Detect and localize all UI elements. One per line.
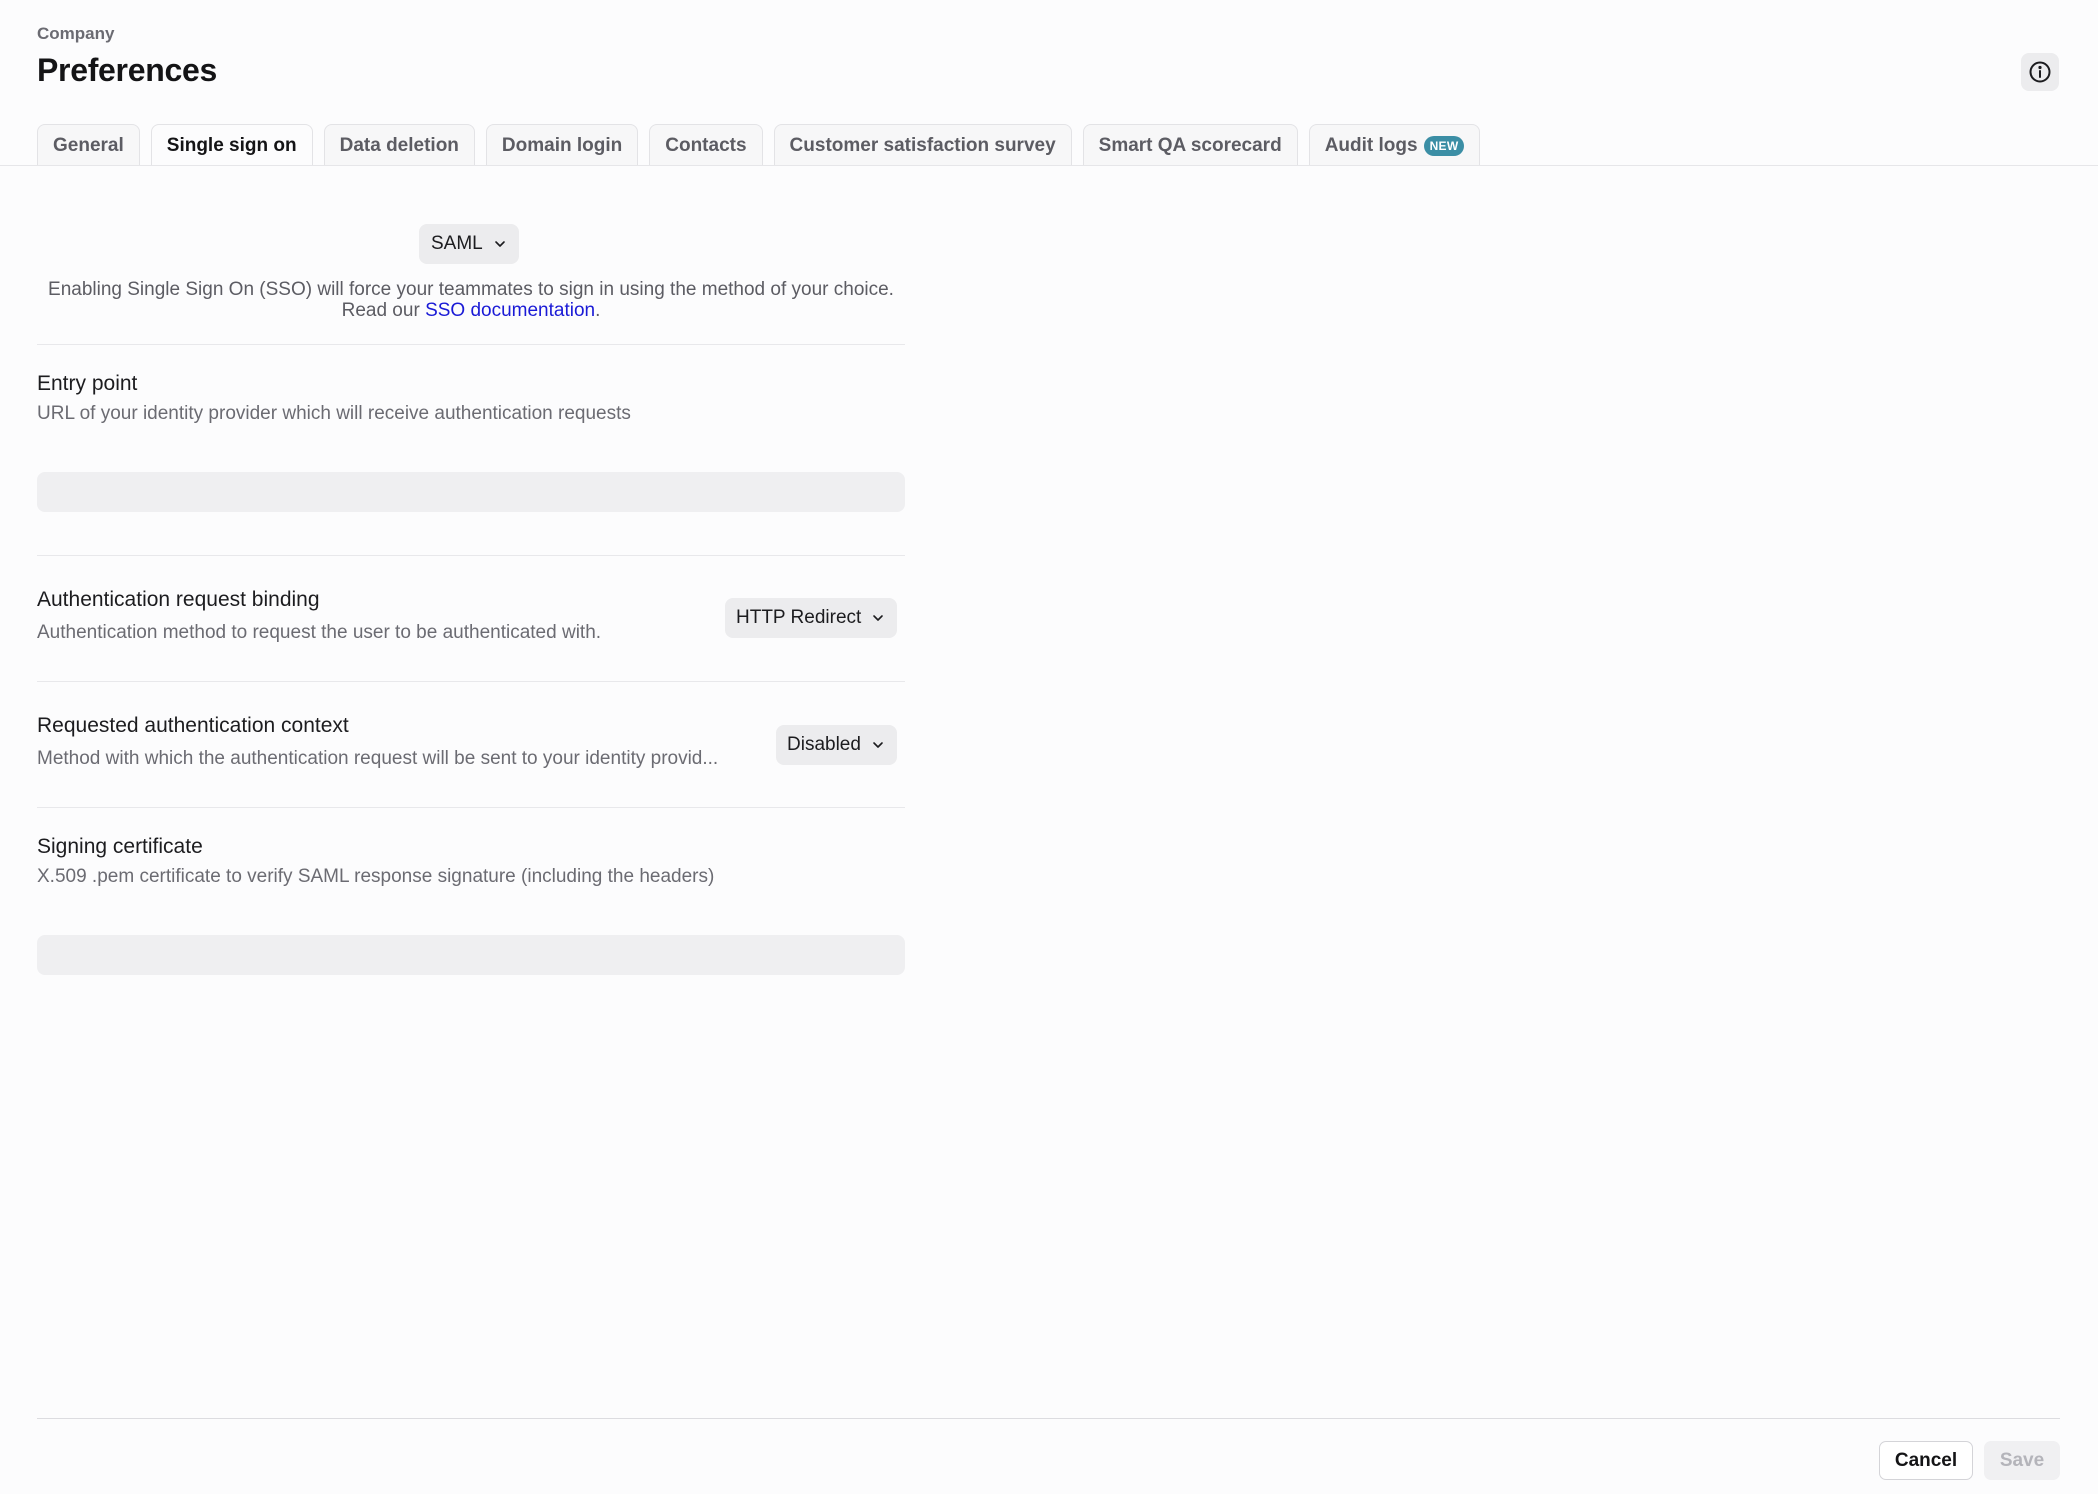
auth-context-value: Disabled — [787, 734, 861, 755]
tab-label: Contacts — [665, 134, 747, 156]
auth-context-select[interactable]: Disabled — [776, 725, 897, 765]
cancel-button[interactable]: Cancel — [1879, 1441, 1973, 1480]
info-button[interactable] — [2021, 53, 2059, 91]
entry-point-input[interactable] — [37, 472, 905, 512]
tab-divider — [0, 165, 2098, 166]
sso-method-value: SAML — [431, 233, 483, 254]
auth-context-title: Requested authentication context — [37, 714, 349, 737]
tab-single-sign-on[interactable]: Single sign on — [150, 124, 313, 166]
section-divider — [37, 555, 905, 556]
tab-label: Single sign on — [166, 134, 297, 156]
signing-certificate-input[interactable] — [37, 935, 905, 975]
tab-data-deletion[interactable]: Data deletion — [323, 124, 475, 166]
tab-contacts[interactable]: Contacts — [649, 124, 763, 166]
tab-bar: General Single sign on Data deletion Dom… — [37, 124, 1481, 166]
preferences-page: Company Preferences General Single sign … — [0, 0, 2098, 1494]
new-badge: NEW — [1423, 135, 1465, 156]
signing-certificate-description: X.509 .pem certificate to verify SAML re… — [37, 866, 715, 887]
doc-prefix: Read our — [341, 300, 420, 321]
sso-documentation-link[interactable]: SSO documentation — [425, 300, 595, 321]
sso-doc-line: Read our SSO documentation. — [37, 300, 905, 321]
auth-context-description: Method with which the authentication req… — [37, 748, 719, 769]
breadcrumb: Company — [37, 24, 115, 43]
chevron-down-icon — [494, 241, 505, 247]
signing-certificate-title: Signing certificate — [37, 835, 203, 858]
auth-binding-title: Authentication request binding — [37, 588, 320, 611]
sso-method-select[interactable]: SAML — [419, 224, 519, 264]
save-button[interactable]: Save — [1984, 1441, 2060, 1480]
tab-customer-satisfaction-survey[interactable]: Customer satisfaction survey — [773, 124, 1072, 166]
entry-point-description: URL of your identity provider which will… — [37, 403, 631, 424]
tab-label: Data deletion — [339, 134, 459, 156]
entry-point-title: Entry point — [37, 372, 138, 395]
doc-suffix: . — [595, 300, 601, 321]
chevron-down-icon — [873, 615, 884, 621]
tab-label: Customer satisfaction survey — [789, 134, 1056, 156]
tab-domain-login[interactable]: Domain login — [485, 124, 639, 166]
page-title: Preferences — [37, 52, 217, 88]
tab-label: Domain login — [501, 134, 623, 156]
tab-general[interactable]: General — [37, 124, 140, 166]
auth-binding-description: Authentication method to request the use… — [37, 622, 602, 643]
section-divider — [37, 681, 905, 682]
auth-binding-select[interactable]: HTTP Redirect — [725, 598, 898, 638]
footer-divider — [37, 1418, 2060, 1419]
tab-label: Smart QA scorecard — [1098, 134, 1282, 156]
auth-binding-value: HTTP Redirect — [736, 607, 862, 628]
section-divider — [37, 344, 905, 345]
sso-intro-text: Enabling Single Sign On (SSO) will force… — [48, 279, 894, 300]
tab-label: General — [53, 134, 124, 156]
chevron-down-icon — [873, 742, 883, 748]
info-circle-icon — [2029, 61, 2051, 83]
section-divider — [37, 807, 905, 808]
sso-intro: Enabling Single Sign On (SSO) will force… — [37, 279, 905, 321]
tab-label: Audit logs — [1324, 134, 1418, 156]
tab-audit-logs[interactable]: Audit logs NEW — [1308, 124, 1481, 166]
tab-smart-qa-scorecard[interactable]: Smart QA scorecard — [1082, 124, 1298, 166]
